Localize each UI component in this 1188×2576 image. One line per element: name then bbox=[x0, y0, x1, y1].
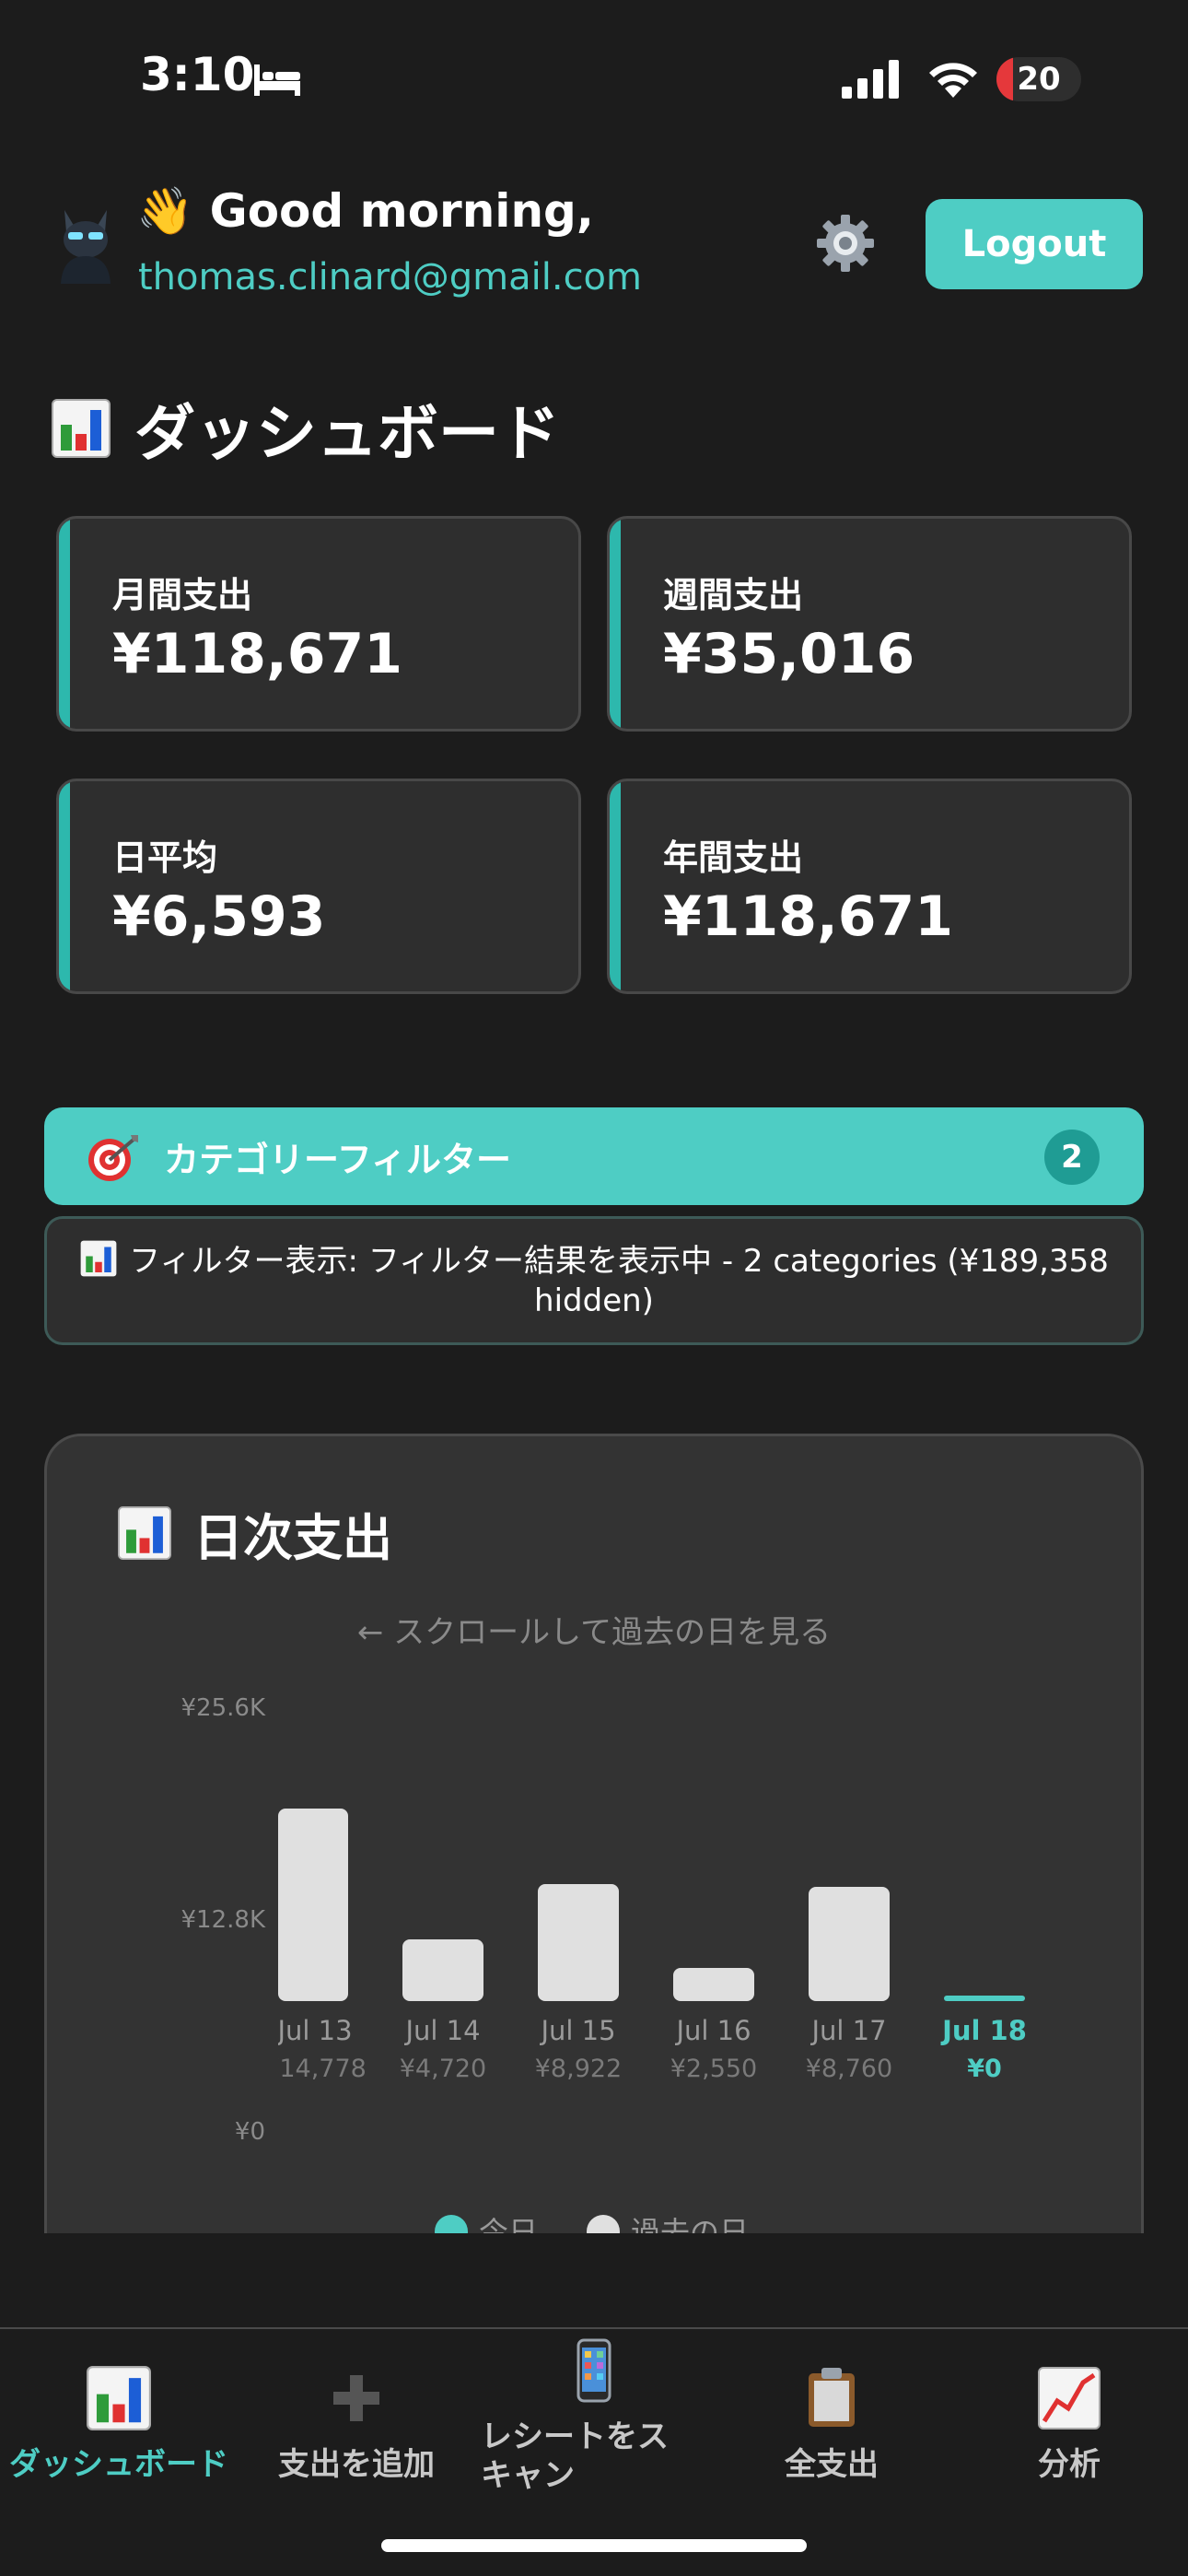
x-tick-label: Jul 14 bbox=[403, 2015, 480, 2046]
nav-label: レシートをスキャン bbox=[481, 2418, 669, 2494]
legend-swatch bbox=[587, 2215, 620, 2233]
data-label: ¥8,760 bbox=[806, 2055, 892, 2083]
nav-item-analytics[interactable]: 分析 bbox=[950, 2366, 1188, 2484]
y-tick-label: ¥25.6K bbox=[181, 1694, 266, 1722]
chart-scroll-area[interactable]: 日次支出 ← スクロールして過去の日を見る ¥25.6K ¥12.8K ¥0 Jul … bbox=[0, 0, 1188, 2233]
legend-label: 過去の日 bbox=[631, 2215, 749, 2233]
x-tick-label: Jul 18 bbox=[940, 2015, 1027, 2046]
bar-jul-16 bbox=[673, 1968, 754, 2001]
data-label: ¥0 bbox=[967, 2055, 1002, 2083]
bar-jul-14 bbox=[402, 1939, 483, 2001]
x-tick-label: Jul 15 bbox=[539, 2015, 615, 2046]
nav-item-scan-receipt[interactable]: レシートをスキャン bbox=[475, 2338, 713, 2495]
clipboard-icon bbox=[809, 2368, 855, 2427]
home-indicator bbox=[381, 2539, 807, 2552]
y-tick-label: ¥12.8K bbox=[181, 1906, 266, 1934]
nav-label: 分析 bbox=[1038, 2446, 1101, 2483]
x-tick-label: Jul 13 bbox=[275, 2015, 352, 2046]
data-label: ¥4,720 bbox=[400, 2055, 486, 2083]
data-label: ¥8,922 bbox=[535, 2055, 622, 2083]
x-tick-label: Jul 16 bbox=[674, 2015, 751, 2046]
trend-chart-icon bbox=[1038, 2367, 1101, 2430]
nav-item-all-expenses[interactable]: 全支出 bbox=[713, 2366, 950, 2484]
legend-label: 今日 bbox=[479, 2215, 538, 2233]
bar-jul-15 bbox=[538, 1884, 619, 2001]
legend-swatch bbox=[435, 2215, 468, 2233]
nav-item-dashboard[interactable]: ダッシュボード bbox=[0, 2366, 238, 2484]
bar-jul-17 bbox=[809, 1887, 890, 2001]
y-tick-label: ¥0 bbox=[235, 2118, 265, 2146]
data-label: ¥2,550 bbox=[670, 2055, 757, 2083]
data-label: ¥14,778 bbox=[263, 2055, 367, 2083]
plus-icon bbox=[333, 2375, 379, 2421]
phone-icon bbox=[577, 2338, 611, 2403]
daily-spending-chart[interactable]: ¥25.6K ¥12.8K ¥0 Jul 13 ¥14,778 Jul 14 ¥4,720 J… bbox=[0, 0, 1188, 2233]
bar-jul-18 bbox=[944, 1996, 1025, 2001]
nav-label: 全支出 bbox=[785, 2446, 879, 2483]
nav-label: 支出を追加 bbox=[278, 2446, 435, 2483]
x-tick-label: Jul 17 bbox=[809, 2015, 886, 2046]
bar-jul-13 bbox=[278, 1809, 348, 2001]
bar-chart-icon bbox=[87, 2366, 151, 2430]
nav-label: ダッシュボード bbox=[9, 2446, 228, 2483]
nav-item-add-expense[interactable]: 支出を追加 bbox=[238, 2366, 475, 2484]
